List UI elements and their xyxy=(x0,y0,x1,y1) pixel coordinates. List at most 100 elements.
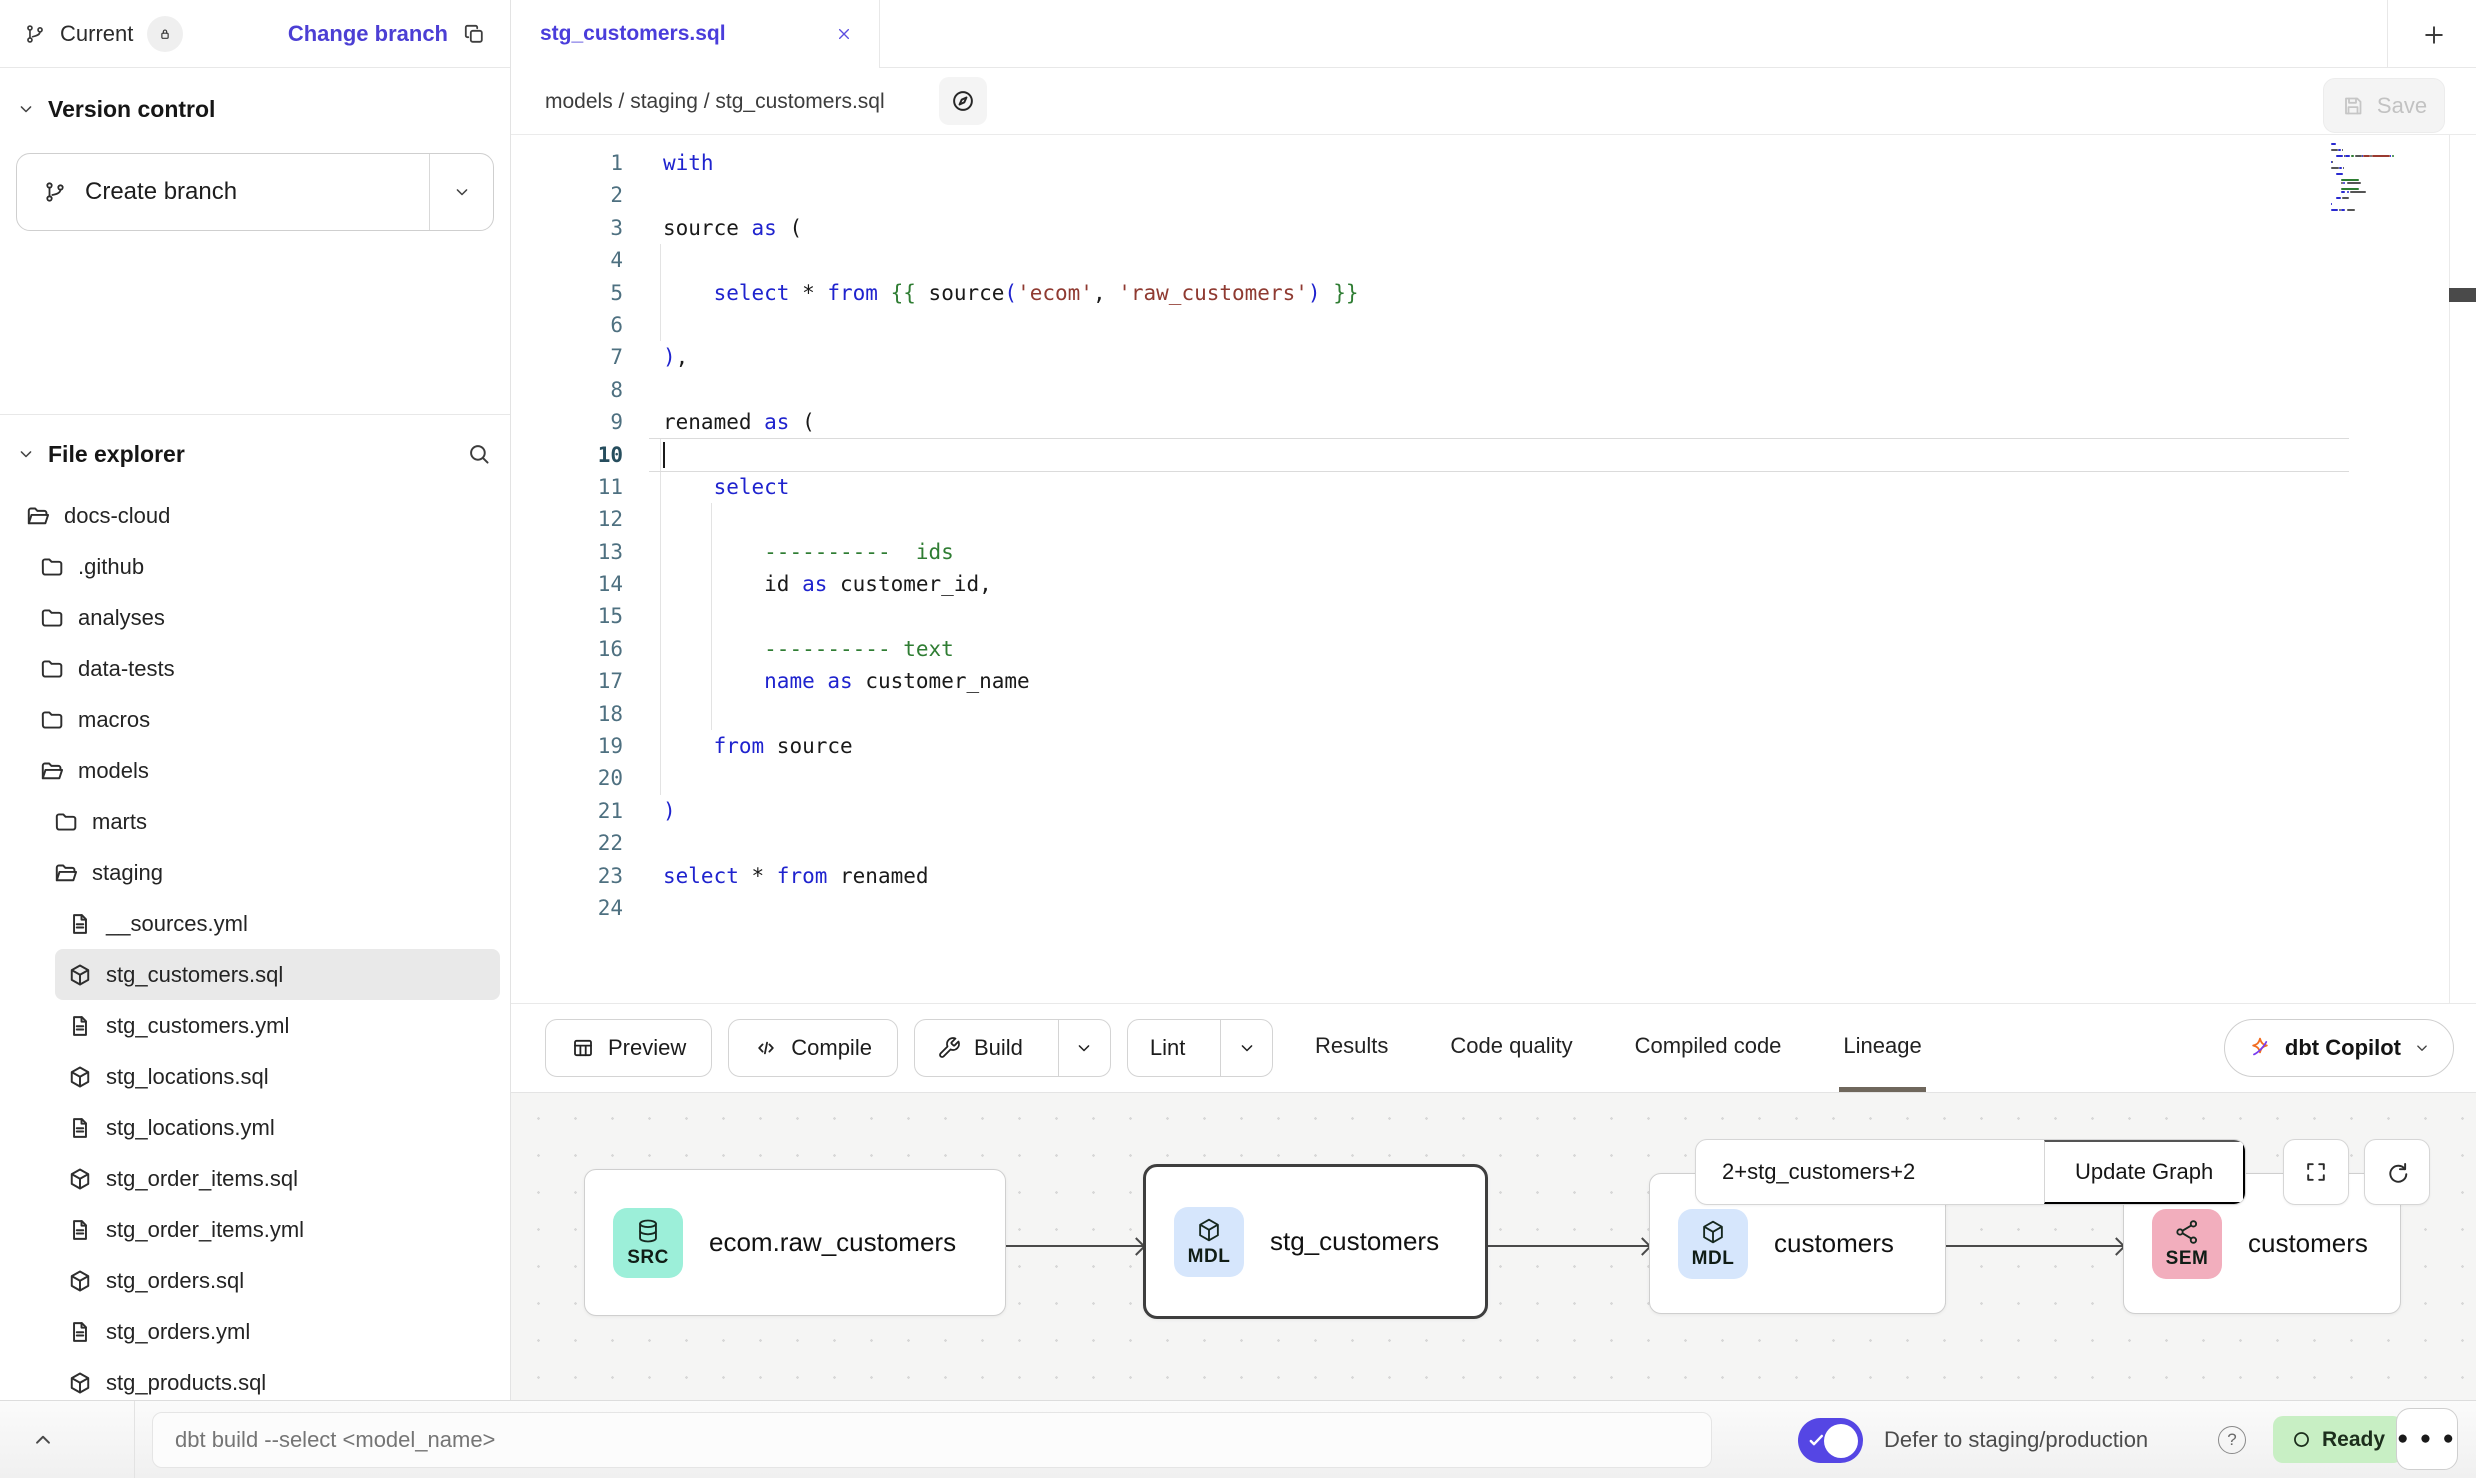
file-item-analyses[interactable]: analyses xyxy=(0,592,510,643)
file-item-label: stg_locations.sql xyxy=(106,1064,269,1090)
build-dropdown[interactable] xyxy=(1058,1020,1110,1076)
node-label: stg_customers xyxy=(1270,1226,1439,1257)
file-item-macros[interactable]: macros xyxy=(0,694,510,745)
file-item-label: stg_orders.yml xyxy=(106,1319,250,1345)
code-line-5: select * from {{ source('ecom', 'raw_cus… xyxy=(663,277,1359,309)
editor-pane: stg_customers.sql models / staging / stg… xyxy=(511,0,2476,1400)
line-number: 16 xyxy=(511,633,623,665)
fullscreen-button[interactable] xyxy=(2283,1139,2349,1205)
file-item-stg_customers.yml[interactable]: stg_customers.yml xyxy=(0,1000,510,1051)
file-item-marts[interactable]: marts xyxy=(0,796,510,847)
line-number: 21 xyxy=(511,795,623,827)
line-number: 13 xyxy=(511,536,623,568)
lineage-canvas[interactable]: SRCecom.raw_customersMDLstg_customersMDL… xyxy=(511,1092,2476,1400)
chevron-down-icon xyxy=(2413,1039,2431,1057)
copilot-compass-button[interactable] xyxy=(939,77,987,125)
doc-icon xyxy=(67,1319,93,1345)
file-item-label: models xyxy=(78,758,149,784)
wrench-icon xyxy=(937,1036,961,1060)
search-icon[interactable] xyxy=(466,441,492,467)
lint-dropdown[interactable] xyxy=(1220,1020,1272,1076)
tab-stg-customers-sql[interactable]: stg_customers.sql xyxy=(514,0,880,68)
code-line-17: name as customer_name xyxy=(663,665,1359,697)
file-item-label: stg_order_items.sql xyxy=(106,1166,298,1192)
doc-icon xyxy=(67,911,93,937)
lint-button[interactable]: Lint xyxy=(1128,1020,1207,1076)
lineage-selector-input[interactable] xyxy=(1696,1140,2044,1204)
file-item-.github[interactable]: .github xyxy=(0,541,510,592)
scrollbar-thumb[interactable] xyxy=(2449,288,2476,302)
code-line-11: select xyxy=(663,471,1359,503)
version-control-title: Version control xyxy=(48,96,215,123)
version-control-header[interactable]: Version control xyxy=(16,86,215,132)
file-item-stg_order_items.yml[interactable]: stg_order_items.yml xyxy=(0,1204,510,1255)
chevron-down-icon xyxy=(452,182,472,202)
close-icon[interactable] xyxy=(835,25,853,43)
model-icon xyxy=(67,1268,93,1294)
create-branch-button[interactable]: Create branch xyxy=(16,153,494,231)
line-number: 23 xyxy=(511,860,623,892)
code-line-13: ---------- ids xyxy=(663,536,1359,568)
file-item-stg_products.sql[interactable]: stg_products.sql xyxy=(0,1357,510,1400)
folder-open-icon xyxy=(39,758,65,784)
file-item-label: data-tests xyxy=(78,656,175,682)
refresh-button[interactable] xyxy=(2364,1139,2430,1205)
line-number: 17 xyxy=(511,665,623,697)
node-badge-label: MDL xyxy=(1692,1248,1735,1270)
file-item-stg_orders.sql[interactable]: stg_orders.sql xyxy=(0,1255,510,1306)
compile-button[interactable]: Compile xyxy=(728,1019,898,1077)
dbt-copilot-button[interactable]: dbt Copilot xyxy=(2224,1019,2454,1077)
line-number: 7 xyxy=(511,341,623,373)
copy-icon[interactable] xyxy=(462,22,486,46)
create-branch-main[interactable]: Create branch xyxy=(17,154,429,230)
file-item-stg_customers.sql[interactable]: stg_customers.sql xyxy=(55,949,500,1000)
preview-button[interactable]: Preview xyxy=(545,1019,712,1077)
change-branch-link[interactable]: Change branch xyxy=(288,21,448,47)
panel-tab-lineage[interactable]: Lineage xyxy=(1839,1004,1925,1092)
file-explorer-title: File explorer xyxy=(48,441,185,468)
update-graph-button[interactable]: Update Graph xyxy=(2044,1140,2245,1204)
file-item-docs-cloud[interactable]: docs-cloud xyxy=(0,490,510,541)
plus-icon xyxy=(2421,22,2447,48)
save-button[interactable]: Save xyxy=(2323,78,2445,133)
doc-icon xyxy=(67,1013,93,1039)
panel-tab-code-quality[interactable]: Code quality xyxy=(1446,1004,1576,1092)
code-editor[interactable]: 123456789101112131415161718192021222324 … xyxy=(511,135,2476,1003)
file-item-__sources.yml[interactable]: __sources.yml xyxy=(0,898,510,949)
compile-label: Compile xyxy=(791,1035,872,1061)
file-item-label: __sources.yml xyxy=(106,911,248,937)
lineage-node-ecom.raw_customers[interactable]: SRCecom.raw_customers xyxy=(584,1169,1006,1316)
build-button[interactable]: Build xyxy=(915,1020,1045,1076)
chevron-down-icon xyxy=(16,444,36,464)
file-item-stg_locations.yml[interactable]: stg_locations.yml xyxy=(0,1102,510,1153)
chevron-up-icon[interactable] xyxy=(30,1427,56,1453)
file-item-staging[interactable]: staging xyxy=(0,847,510,898)
code-line-3: source as ( xyxy=(663,212,1359,244)
panel-tab-results[interactable]: Results xyxy=(1311,1004,1392,1092)
file-item-stg_orders.yml[interactable]: stg_orders.yml xyxy=(0,1306,510,1357)
panel-tab-compiled-code[interactable]: Compiled code xyxy=(1631,1004,1786,1092)
command-input[interactable] xyxy=(152,1412,1712,1468)
defer-toggle[interactable] xyxy=(1798,1418,1863,1463)
create-branch-dropdown[interactable] xyxy=(429,154,493,230)
file-explorer-header[interactable]: File explorer xyxy=(16,426,492,482)
minimap[interactable] xyxy=(2331,143,2417,215)
file-item-stg_locations.sql[interactable]: stg_locations.sql xyxy=(0,1051,510,1102)
new-tab-button[interactable] xyxy=(2409,14,2459,56)
file-item-label: analyses xyxy=(78,605,165,631)
code-line-12 xyxy=(663,503,1359,535)
file-item-stg_order_items.sql[interactable]: stg_order_items.sql xyxy=(0,1153,510,1204)
code-content[interactable]: withsource as ( select * from {{ source(… xyxy=(663,147,1359,924)
lineage-node-stg_customers[interactable]: MDLstg_customers xyxy=(1143,1164,1488,1319)
share-icon xyxy=(2173,1218,2201,1246)
overflow-menu-button[interactable]: ● ● ● xyxy=(2396,1408,2458,1470)
file-item-data-tests[interactable]: data-tests xyxy=(0,643,510,694)
file-item-models[interactable]: models xyxy=(0,745,510,796)
toolbar-buttons: Preview Compile Build xyxy=(545,1019,1273,1077)
code-line-14: id as customer_id, xyxy=(663,568,1359,600)
build-label: Build xyxy=(974,1035,1023,1061)
circle-icon xyxy=(2291,1429,2312,1450)
section-divider xyxy=(0,414,510,415)
help-icon[interactable]: ? xyxy=(2218,1426,2246,1454)
folder-icon xyxy=(53,809,79,835)
